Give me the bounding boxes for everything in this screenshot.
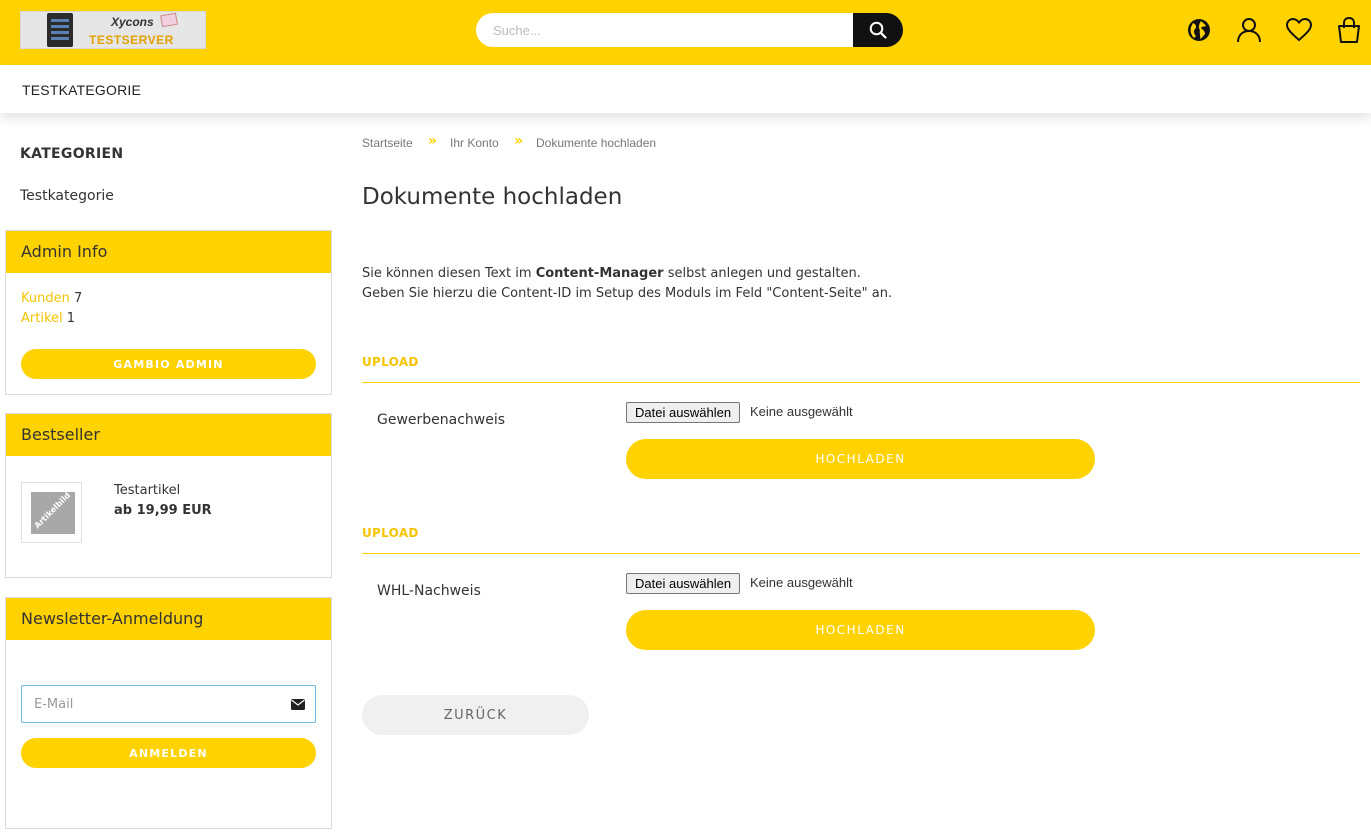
page-title: Dokumente hochladen bbox=[362, 184, 623, 210]
customers-info: Kunden 7 bbox=[21, 291, 82, 306]
logo-text-bottom: TESTSERVER bbox=[89, 33, 174, 47]
user-icon bbox=[1237, 18, 1261, 43]
section-divider bbox=[362, 553, 1360, 554]
section-divider bbox=[362, 382, 1360, 383]
breadcrumb-home[interactable]: Startseite bbox=[362, 136, 413, 150]
admin-info-title: Admin Info bbox=[6, 231, 331, 273]
product-name-link[interactable]: Testartikel bbox=[114, 483, 180, 498]
upload-section-title: UPLOAD bbox=[362, 526, 419, 540]
articles-info: Artikel 1 bbox=[21, 311, 75, 326]
admin-info-box: Admin Info Kunden 7 Artikel 1 GAMBIO ADM… bbox=[5, 230, 332, 395]
bestseller-title: Bestseller bbox=[6, 414, 331, 456]
newsletter-subscribe-button[interactable]: ANMELDEN bbox=[21, 738, 316, 768]
choose-file-button[interactable]: Datei auswählen bbox=[626, 402, 741, 423]
choose-file-button[interactable]: Datei auswählen bbox=[626, 573, 741, 594]
cart-button[interactable] bbox=[1334, 15, 1364, 45]
customers-count: 7 bbox=[74, 291, 83, 306]
header: Xycons TESTSERVER bbox=[0, 0, 1371, 65]
nav-item-testkategorie[interactable]: TESTKATEGORIE bbox=[22, 82, 141, 98]
main-navigation: TESTKATEGORIE bbox=[0, 65, 1371, 113]
newsletter-email-field bbox=[21, 685, 316, 723]
upload-submit-button[interactable]: HOCHLADEN bbox=[626, 610, 1095, 650]
logo-text-top: Xycons bbox=[111, 15, 154, 29]
newsletter-title: Newsletter-Anmeldung bbox=[6, 598, 331, 640]
file-status: Keine ausgewählt bbox=[750, 575, 853, 590]
bestseller-box: Bestseller Artikelbild Testartikel ab 19… bbox=[5, 413, 332, 578]
articles-count: 1 bbox=[66, 311, 76, 326]
logo-picture-icon bbox=[160, 12, 178, 28]
product-thumbnail[interactable]: Artikelbild bbox=[21, 482, 82, 543]
breadcrumb-separator: » bbox=[514, 133, 524, 149]
server-icon bbox=[47, 13, 73, 47]
upload-section-title: UPLOAD bbox=[362, 355, 419, 369]
shop-logo[interactable]: Xycons TESTSERVER bbox=[20, 11, 206, 49]
newsletter-box: Newsletter-Anmeldung ANMELDEN bbox=[5, 597, 332, 829]
content-manager-label: Content-Manager bbox=[535, 266, 664, 281]
heart-icon bbox=[1286, 18, 1312, 42]
breadcrumb-separator: » bbox=[428, 133, 438, 149]
search-form bbox=[476, 13, 903, 47]
intro-line-2: Geben Sie hierzu die Content-ID im Setup… bbox=[362, 286, 893, 301]
search-icon bbox=[869, 21, 887, 39]
language-button[interactable] bbox=[1184, 15, 1214, 45]
back-button[interactable]: ZURÜCK bbox=[362, 695, 589, 735]
upload-field-label: Gewerbenachweis bbox=[377, 412, 506, 428]
globe-icon bbox=[1188, 19, 1210, 41]
breadcrumb-current: Dokumente hochladen bbox=[536, 136, 657, 150]
file-status: Keine ausgewählt bbox=[750, 404, 853, 419]
search-button[interactable] bbox=[853, 13, 903, 47]
category-link-testkategorie[interactable]: Testkategorie bbox=[20, 188, 114, 204]
account-button[interactable] bbox=[1234, 15, 1264, 45]
search-input[interactable] bbox=[476, 13, 866, 47]
thumbnail-label: Artikelbild bbox=[32, 492, 73, 531]
product-price: ab 19,99 EUR bbox=[114, 503, 212, 518]
upload-submit-button[interactable]: HOCHLADEN bbox=[626, 439, 1095, 479]
shopping-bag-icon bbox=[1338, 17, 1360, 43]
email-input[interactable] bbox=[22, 686, 282, 722]
customers-link[interactable]: Kunden bbox=[21, 291, 70, 306]
wishlist-button[interactable] bbox=[1284, 15, 1314, 45]
gambio-admin-button[interactable]: GAMBIO ADMIN bbox=[21, 349, 316, 379]
product-image-placeholder: Artikelbild bbox=[31, 492, 75, 534]
breadcrumb-account[interactable]: Ihr Konto bbox=[450, 136, 499, 150]
intro-line-1: Sie können diesen Text im Content-Manage… bbox=[362, 266, 861, 281]
articles-link[interactable]: Artikel bbox=[21, 311, 63, 326]
envelope-icon bbox=[291, 699, 305, 710]
upload-field-label: WHL-Nachweis bbox=[377, 583, 481, 599]
intro-text: Sie können diesen Text im Content-Manage… bbox=[362, 264, 892, 304]
categories-heading: KATEGORIEN bbox=[20, 146, 124, 162]
